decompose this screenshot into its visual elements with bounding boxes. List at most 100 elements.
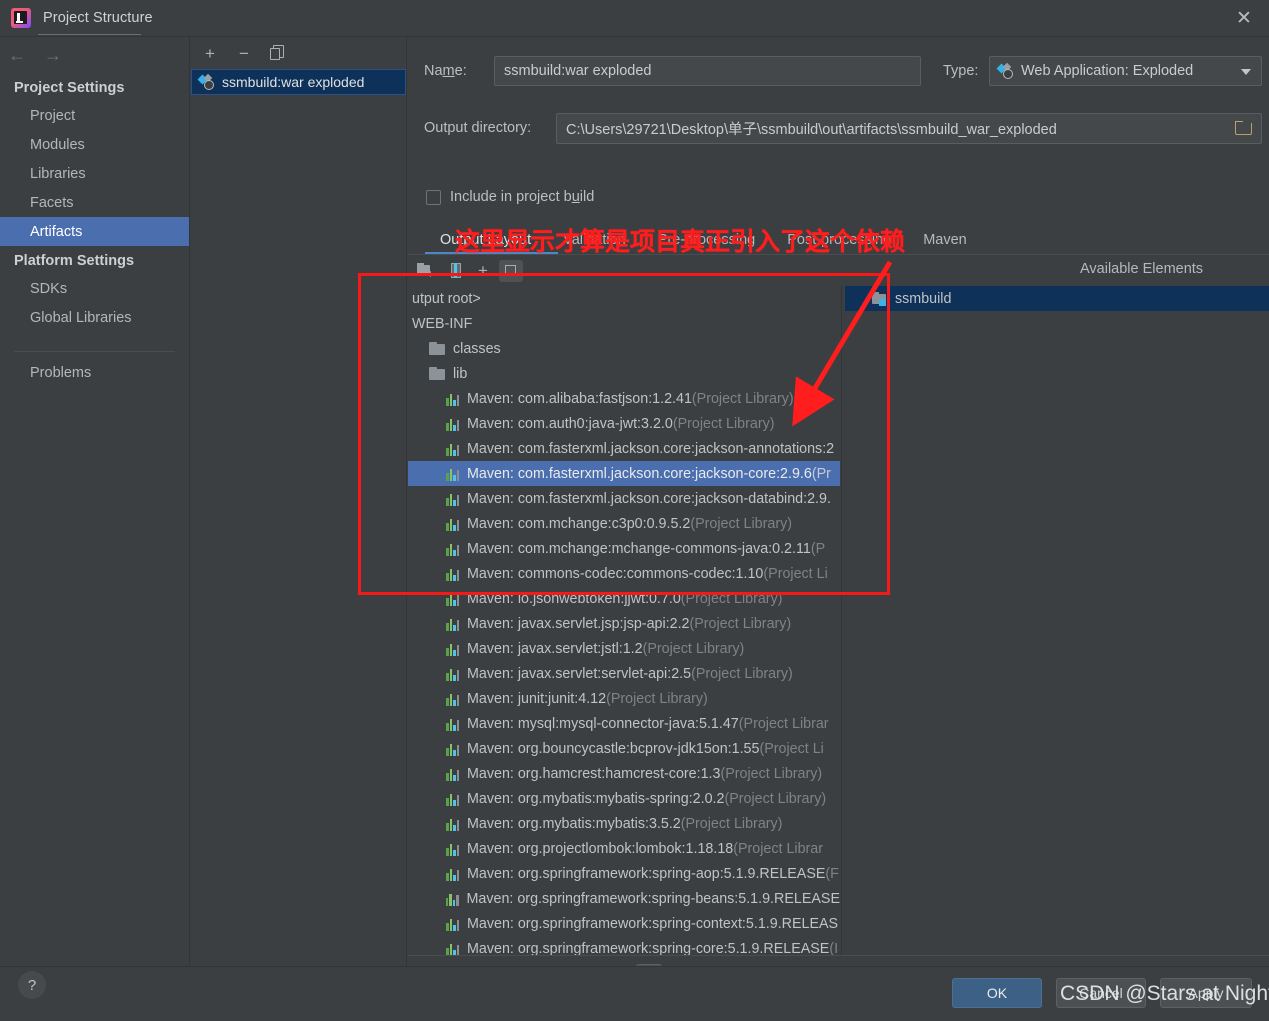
page-title: Project Structure — [43, 10, 153, 26]
tree-row[interactable]: Maven: org.springframework:spring-core:5… — [408, 936, 840, 955]
tree-row[interactable]: Maven: com.auth0:java-jwt:3.2.0 (Project… — [408, 411, 840, 436]
tree-row-library-suffix: (Pr — [811, 465, 831, 482]
tree-row[interactable]: Maven: org.springframework:spring-beans:… — [408, 886, 840, 911]
tree-row[interactable]: Maven: org.projectlombok:lombok:1.18.18 … — [408, 836, 840, 861]
tree-row[interactable]: Maven: org.springframework:spring-contex… — [408, 911, 840, 936]
arrow-right-icon[interactable]: → — [44, 46, 62, 64]
tree-row[interactable]: Maven: org.hamcrest:hamcrest-core:1.3 (P… — [408, 761, 840, 786]
title-bar: Project Structure ✕ — [0, 0, 1269, 36]
maven-library-icon — [446, 492, 461, 506]
name-field-row: Name: ssmbuild:war exploded Type: Web Ap… — [424, 56, 1262, 88]
annotation-note-text: 这里显示才算是项目真正引入了这个依赖 — [455, 227, 906, 256]
sidebar-item-modules[interactable]: Modules — [0, 130, 189, 159]
tree-row[interactable]: Maven: mysql:mysql-connector-java:5.1.47… — [408, 711, 840, 736]
tree-row[interactable]: lib — [408, 361, 840, 386]
available-element-row[interactable]: ssmbuild — [845, 286, 1269, 311]
plus-icon[interactable]: + — [478, 262, 488, 279]
tree-row-label: utput root> — [412, 290, 481, 307]
folder-open-icon[interactable] — [1235, 121, 1253, 136]
sidebar-item-project[interactable]: Project — [0, 101, 189, 130]
folder-add-icon[interactable]: + — [416, 262, 436, 280]
archive-icon[interactable] — [447, 262, 467, 280]
ok-button[interactable]: OK — [952, 978, 1042, 1008]
tree-row[interactable]: Maven: javax.servlet:jstl:1.2 (Project L… — [408, 636, 840, 661]
tree-row-label: classes — [453, 340, 501, 357]
tree-row[interactable]: Maven: org.springframework:spring-aop:5.… — [408, 861, 840, 886]
sidebar-item-label: Problems — [30, 364, 92, 381]
tree-row[interactable]: Maven: com.alibaba:fastjson:1.2.41 (Proj… — [408, 386, 840, 411]
help-button[interactable]: ? — [18, 971, 46, 999]
maven-library-icon — [446, 867, 461, 881]
sidebar-item-libraries[interactable]: Libraries — [0, 159, 189, 188]
output-directory-value: C:\Users\29721\Desktop\单子\ssmbuild\out\a… — [566, 122, 1057, 138]
tree-row[interactable]: Maven: com.mchange:c3p0:0.9.5.2 (Project… — [408, 511, 840, 536]
tree-row-label: Maven: javax.servlet:servlet-api:2.5 — [467, 665, 692, 682]
tree-row[interactable]: Maven: javax.servlet.jsp:jsp-api:2.2 (Pr… — [408, 611, 840, 636]
name-input[interactable]: ssmbuild:war exploded — [494, 56, 921, 86]
sidebar-nav: ← → — [0, 37, 189, 73]
tree-row-library-suffix: (Project Librar — [738, 715, 829, 732]
tree-row[interactable]: Maven: junit:junit:4.12 (Project Library… — [408, 686, 840, 711]
tree-row-label: Maven: com.fasterxml.jackson.core:jackso… — [467, 490, 831, 507]
maven-library-icon — [446, 392, 461, 406]
add-artifact-button[interactable]: + — [199, 42, 221, 64]
sidebar-item-label: SDKs — [30, 280, 68, 297]
tree-row-library-suffix: (Project Library) — [680, 590, 783, 607]
settings-sidebar: ← → Project Settings Project Modules Lib… — [0, 37, 190, 966]
maven-library-icon — [446, 467, 461, 481]
tree-row[interactable]: Maven: com.fasterxml.jackson.core:jackso… — [408, 486, 840, 511]
output-directory-input[interactable]: C:\Users\29721\Desktop\单子\ssmbuild\out\a… — [556, 113, 1262, 144]
include-in-project-build-row[interactable]: Include in project build — [426, 189, 594, 205]
maven-library-icon — [446, 517, 461, 531]
tree-row[interactable]: Maven: com.fasterxml.jackson.core:jackso… — [408, 461, 840, 486]
chevron-down-icon — [1241, 69, 1251, 75]
tree-row-library-suffix: (Project Library) — [691, 665, 793, 682]
tab-maven[interactable]: Maven — [907, 227, 983, 253]
tree-row-label: Maven: org.mybatis:mybatis-spring:2.0.2 — [467, 790, 725, 807]
available-elements-tree[interactable]: ssmbuild — [845, 286, 1269, 955]
sidebar-item-facets[interactable]: Facets — [0, 188, 189, 217]
artifact-list-item-label: ssmbuild:war exploded — [222, 74, 365, 90]
tree-row[interactable]: Maven: org.mybatis:mybatis-spring:2.0.2 … — [408, 786, 840, 811]
copy-artifact-button[interactable] — [267, 42, 289, 64]
tree-row[interactable]: Maven: org.mybatis:mybatis:3.5.2 (Projec… — [408, 811, 840, 836]
tree-row-library-suffix: (Project Library) — [642, 640, 745, 657]
remove-artifact-button[interactable]: − — [233, 42, 255, 64]
sidebar-item-sdks[interactable]: SDKs — [0, 274, 189, 303]
arrow-left-icon[interactable]: ← — [8, 46, 26, 64]
pane-divider[interactable] — [841, 286, 842, 955]
tree-row[interactable]: utput root> — [408, 286, 840, 311]
tree-row[interactable]: Maven: com.mchange:mchange-commons-java:… — [408, 536, 840, 561]
extract-into-icon[interactable] — [498, 259, 523, 282]
tree-row-label: Maven: org.springframework:spring-core:5… — [467, 940, 830, 956]
tree-row[interactable]: Maven: org.bouncycastle:bcprov-jdk15on:1… — [408, 736, 840, 761]
sidebar-divider — [14, 351, 175, 352]
tree-row-label: Maven: com.fasterxml.jackson.core:jackso… — [467, 440, 835, 457]
output-directory-label: Output directory: — [424, 120, 532, 136]
artifact-icon — [996, 62, 1014, 79]
artifact-icon — [197, 73, 215, 90]
watermark-text: CSDN @Stars at Night — [1060, 982, 1269, 1005]
include-in-project-build-checkbox[interactable] — [426, 189, 441, 205]
artifact-details-pane: Name: ssmbuild:war exploded Type: Web Ap… — [408, 37, 1269, 989]
output-layout-tree[interactable]: utput root> WEB-INF classes lib Maven: com.… — [408, 286, 840, 955]
artifact-list-item[interactable]: ssmbuild:war exploded — [191, 69, 406, 95]
tree-row-label: lib — [453, 365, 468, 382]
tree-row-library-suffix: (Project Li — [763, 565, 828, 582]
tree-row[interactable]: Maven: commons-codec:commons-codec:1.10 … — [408, 561, 840, 586]
sidebar-item-artifacts[interactable]: Artifacts — [0, 217, 189, 246]
tree-row[interactable]: Maven: javax.servlet:servlet-api:2.5 (Pr… — [408, 661, 840, 686]
sidebar-item-global-libraries[interactable]: Global Libraries — [0, 303, 189, 332]
tree-row-label: Maven: org.projectlombok:lombok:1.18.18 — [467, 840, 734, 857]
maven-library-icon — [446, 542, 461, 556]
sidebar-item-label: Project — [30, 107, 76, 124]
tree-row[interactable]: WEB-INF — [408, 311, 840, 336]
maven-library-icon — [446, 617, 461, 631]
tree-row[interactable]: classes — [408, 336, 840, 361]
tree-row[interactable]: Maven: io.jsonwebtoken:jjwt:0.7.0 (Proje… — [408, 586, 840, 611]
tree-row[interactable]: Maven: com.fasterxml.jackson.core:jackso… — [408, 436, 840, 461]
type-select[interactable]: Web Application: Exploded — [989, 56, 1262, 86]
close-icon[interactable]: ✕ — [1219, 0, 1269, 36]
maven-library-icon — [446, 767, 461, 781]
sidebar-item-problems[interactable]: Problems — [0, 358, 189, 387]
